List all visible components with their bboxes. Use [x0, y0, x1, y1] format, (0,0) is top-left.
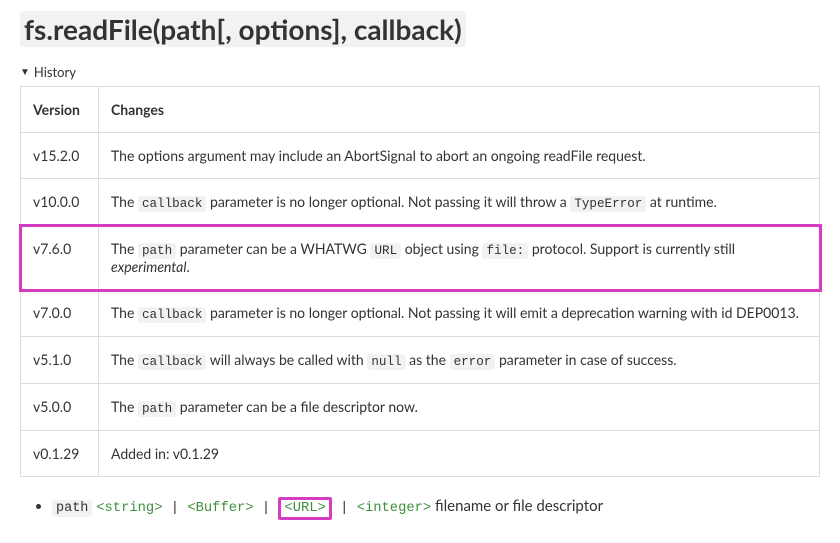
table-row: v7.0.0The callback parameter is no longe… [21, 290, 820, 337]
param-desc: filename or file descriptor [435, 497, 603, 515]
table-row: v15.2.0The options argument may include … [21, 133, 820, 179]
type-link[interactable]: <string> [96, 501, 162, 516]
inline-code: path [138, 401, 176, 417]
version-cell: v15.2.0 [21, 133, 99, 179]
disclosure-triangle-icon: ▼ [20, 66, 30, 78]
param-path: path <string> | <Buffer> | <URL> | <inte… [52, 497, 820, 516]
changes-cell: The options argument may include an Abor… [99, 133, 820, 179]
inline-code: callback [138, 354, 206, 370]
version-cell: v0.1.29 [21, 431, 99, 477]
version-cell: v5.1.0 [21, 337, 99, 384]
inline-code: callback [138, 307, 206, 323]
type-link[interactable]: <URL> [278, 497, 331, 520]
inline-code: null [367, 354, 405, 370]
changes-cell: The callback parameter is no longer opti… [99, 179, 820, 226]
history-table: Version Changes v15.2.0The options argum… [20, 86, 820, 477]
table-row: v0.1.29Added in: v0.1.29 [21, 431, 820, 477]
parameter-list: path <string> | <Buffer> | <URL> | <inte… [20, 497, 820, 516]
inline-code: path [138, 243, 176, 259]
table-header-row: Version Changes [21, 87, 820, 133]
type-separator: | [163, 501, 188, 516]
version-cell: v7.6.0 [21, 226, 99, 290]
method-signature-text: fs.readFile(path[, options], callback) [20, 11, 466, 47]
table-row: v5.1.0The callback will always be called… [21, 337, 820, 384]
inline-code: URL [370, 243, 401, 259]
history-toggle[interactable]: ▼ History [20, 64, 820, 80]
type-link[interactable]: <Buffer> [187, 501, 253, 516]
table-row: v10.0.0The callback parameter is no long… [21, 179, 820, 226]
table-row: v5.0.0The path parameter can be a file d… [21, 384, 820, 431]
col-header-version: Version [21, 87, 99, 133]
method-signature-heading: fs.readFile(path[, options], callback) [20, 12, 820, 46]
history-label: History [34, 64, 76, 80]
type-separator: | [332, 501, 357, 516]
version-cell: v10.0.0 [21, 179, 99, 226]
version-cell: v7.0.0 [21, 290, 99, 337]
changes-cell: The callback will always be called with … [99, 337, 820, 384]
changes-cell: The path parameter can be a file descrip… [99, 384, 820, 431]
type-link[interactable]: <integer> [357, 501, 432, 516]
inline-code: error [450, 354, 496, 370]
col-header-changes: Changes [99, 87, 820, 133]
changes-cell: Added in: v0.1.29 [99, 431, 820, 477]
inline-code: callback [138, 196, 206, 212]
param-name: path [52, 500, 92, 517]
changes-cell: The callback parameter is no longer opti… [99, 290, 820, 337]
changes-cell: The path parameter can be a WHATWG URL o… [99, 226, 820, 290]
type-separator: | [254, 501, 279, 516]
inline-code: TypeError [570, 196, 646, 212]
table-row: v7.6.0The path parameter can be a WHATWG… [21, 226, 820, 290]
version-cell: v5.0.0 [21, 384, 99, 431]
italic-text: experimental [111, 258, 187, 275]
inline-code: file: [482, 243, 528, 259]
